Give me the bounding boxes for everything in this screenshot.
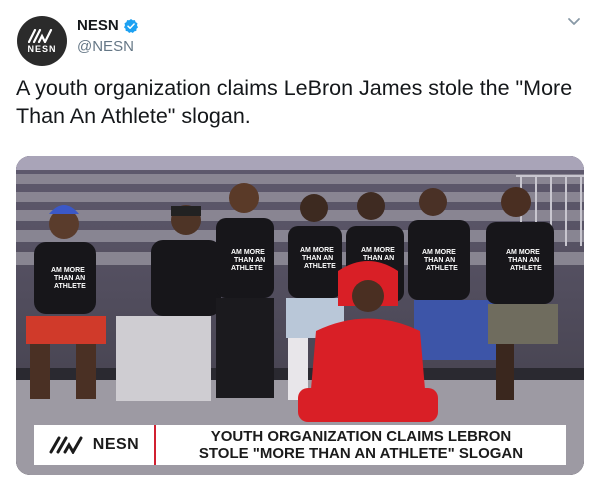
svg-text:THAN AN: THAN AN (302, 255, 333, 262)
lower-third-banner: NESN YOUTH ORGANIZATION CLAIMS LEBRON ST… (18, 425, 582, 465)
svg-text:AM MORE: AM MORE (231, 249, 265, 256)
chevron-down-icon[interactable] (566, 16, 582, 28)
svg-text:THAN AN: THAN AN (363, 255, 394, 262)
svg-text:AM MORE: AM MORE (51, 267, 85, 274)
author-display-name[interactable]: NESN (77, 17, 119, 34)
verified-badge-icon (123, 18, 138, 33)
lower-third-network: NESN (92, 436, 140, 453)
svg-text:THAN AN: THAN AN (234, 257, 265, 264)
svg-text:AM MORE: AM MORE (300, 247, 334, 254)
nesn-logo-icon (28, 28, 53, 43)
headline-line-1: YOUTH ORGANIZATION CLAIMS LEBRON (210, 428, 512, 445)
svg-text:AM MORE: AM MORE (361, 247, 395, 254)
svg-text:ATHLETE: ATHLETE (510, 265, 542, 272)
author-name-row: NESN (77, 17, 139, 34)
headline-line-2: STOLE "MORE THAN AN ATHLETE" SLOGAN (198, 445, 524, 462)
svg-text:AM MORE: AM MORE (422, 249, 456, 256)
lower-third-logo: NESN (34, 425, 154, 465)
avatar-label: NESN (27, 43, 57, 54)
tweet-card: NESN NESN @NESN A youth organization cla… (0, 0, 603, 493)
tweet-text: A youth organization claims LeBron James… (16, 76, 573, 128)
svg-text:THAN AN: THAN AN (508, 257, 539, 264)
svg-text:ATHLETE: ATHLETE (426, 265, 458, 272)
author-handle[interactable]: @NESN (77, 38, 134, 55)
svg-text:ATHLETE: ATHLETE (231, 265, 263, 272)
lower-third-headline: YOUTH ORGANIZATION CLAIMS LEBRON STOLE "… (156, 425, 566, 465)
svg-text:AM MORE: AM MORE (506, 249, 540, 256)
svg-text:ATHLETE: ATHLETE (54, 283, 86, 290)
svg-text:THAN AN: THAN AN (54, 275, 85, 282)
svg-text:THAN AN: THAN AN (424, 257, 455, 264)
avatar[interactable]: NESN (17, 16, 67, 66)
svg-text:ATHLETE: ATHLETE (304, 263, 336, 270)
nesn-logo-icon (49, 436, 83, 454)
